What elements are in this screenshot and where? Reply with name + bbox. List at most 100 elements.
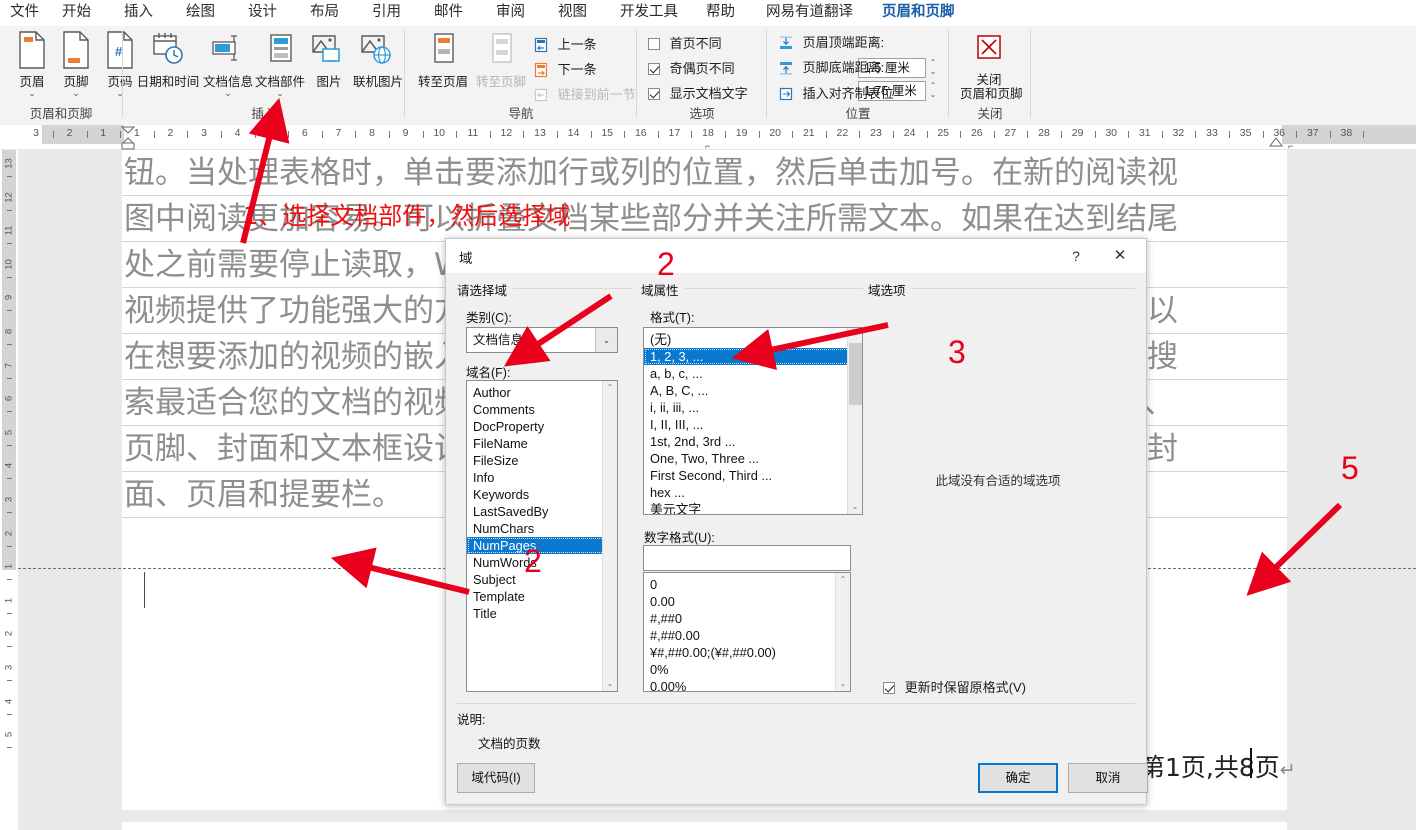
footer-distance-stepper[interactable]: ⌃ ⌄ [926,81,940,101]
different-first-page-checkbox[interactable]: 首页不同 [648,33,722,55]
scroll-down-icon[interactable]: ⌄ [603,677,617,691]
dialog-title-bar[interactable]: 域 ? ✕ [446,239,1146,273]
number-format-input[interactable] [643,545,851,571]
format-item[interactable]: hex ... [644,484,862,501]
quick-parts-button[interactable]: 文档部件 ⌄ [253,30,307,98]
tab-insert[interactable]: 插入 [124,2,153,24]
number-format-list[interactable]: 0 0.00 #,##0 #,##0.00 ¥#,##0.00;(¥#,##0.00) 0… [644,573,850,691]
format-item[interactable]: i, ii, iii, ... [644,399,862,416]
format-item[interactable]: (无) [644,331,862,348]
ribbon-tab-bar: 文件 开始 插入 绘图 设计 布局 引用 邮件 审阅 视图 开发工具 帮助 网易… [0,0,1416,28]
chevron-down-icon[interactable]: ⌄ [595,328,617,352]
field-name-item[interactable]: Template [467,588,617,605]
previous-button[interactable]: 上一条 [533,34,597,56]
vruler-number: 7 [3,362,15,368]
tab-developer[interactable]: 开发工具 [620,2,678,24]
tab-review[interactable]: 审阅 [496,2,525,24]
number-format-item[interactable]: ¥#,##0.00;(¥#,##0.00) [644,644,850,661]
close-header-footer-button[interactable]: 关闭 页眉和页脚 [960,32,1023,101]
field-name-item[interactable]: Keywords [467,486,617,503]
number-format-listbox[interactable]: 0 0.00 #,##0 #,##0.00 ¥#,##0.00;(¥#,##0.00) 0… [643,572,851,692]
field-name-item[interactable]: NumChars [467,520,617,537]
number-format-item[interactable]: 0.00% [644,678,850,691]
scroll-thumb[interactable] [849,343,862,405]
scroll-up-icon[interactable]: ⌃ [848,328,862,342]
vertical-ruler[interactable]: 13 12 11 10 9 8 7 6 5 4 3 2 1 1 2 3 4 5 [0,150,18,830]
format-item[interactable]: a, b, c, ... [644,365,862,382]
page-number-chevron-down-icon[interactable]: ⌄ [92,89,148,98]
ruler-tick [893,131,894,138]
category-dropdown[interactable]: 文档信息 ⌄ [466,327,618,353]
format-item[interactable]: One, Two, Three ... [644,450,862,467]
scroll-down-icon[interactable]: ⌄ [848,500,862,514]
number-format-item[interactable]: 0 [644,576,850,593]
field-name-item[interactable]: NumPages [467,537,617,554]
field-codes-button[interactable]: 域代码(I) [457,763,535,793]
field-name-item[interactable]: Subject [467,571,617,588]
number-format-scrollbar[interactable]: ⌃ ⌄ [835,573,850,691]
header-distance-icon [778,35,794,58]
help-icon[interactable]: ? [1063,245,1089,267]
field-names-listbox[interactable]: Author Comments DocProperty FileName FileSiz… [466,380,618,692]
field-name-item[interactable]: Info [467,469,617,486]
field-name-item[interactable]: Title [467,605,617,622]
goto-header-button[interactable]: 转至页眉 [415,30,471,89]
horizontal-ruler[interactable]: 3 2 1 1 2 3 4 5 6 7 8 9 10 11 12 13 14 15 16 17 18 19 20 21 22 23… [0,125,1416,151]
tab-draw[interactable]: 绘图 [186,2,215,24]
field-names-list[interactable]: Author Comments DocProperty FileName FileSiz… [467,381,617,622]
format-item[interactable]: First Second, Third ... [644,467,862,484]
tab-references[interactable]: 引用 [372,2,401,24]
format-item[interactable]: I, II, III, ... [644,416,862,433]
right-indent-marker[interactable] [1268,135,1284,150]
scroll-down-icon[interactable]: ⌄ [836,677,850,691]
tab-header-footer[interactable]: 页眉和页脚 [882,2,955,28]
field-name-item[interactable]: FileName [467,435,617,452]
tab-design[interactable]: 设计 [248,2,277,24]
number-format-item[interactable]: 0.00 [644,593,850,610]
format-item[interactable]: 美元文字 [644,501,862,514]
show-document-text-checkbox[interactable]: 显示文档文字 [648,83,748,105]
ok-button[interactable]: 确定 [978,763,1058,793]
field-name-item[interactable]: Author [467,384,617,401]
format-item[interactable]: A, B, C, ... [644,382,862,399]
preserve-formatting-checkbox[interactable]: 更新时保留原格式(V) [883,679,1026,697]
field-name-item[interactable]: FileSize [467,452,617,469]
cancel-button[interactable]: 取消 [1068,763,1148,793]
format-listbox[interactable]: (无) 1, 2, 3, ... a, b, c, ... A, B, C, ... i… [643,327,863,515]
insert-alignment-tab-button[interactable]: 插入对齐制表位 [778,83,894,105]
next-button[interactable]: 下一条 [533,59,597,81]
scroll-up-icon[interactable]: ⌃ [836,573,850,587]
tab-youdao-translate[interactable]: 网易有道翻译 [766,2,853,24]
field-name-item[interactable]: Comments [467,401,617,418]
tab-mailings[interactable]: 邮件 [434,2,463,24]
ruler-tick [355,131,357,138]
scroll-up-icon[interactable]: ⌃ [603,381,617,395]
field-name-item[interactable]: LastSavedBy [467,503,617,520]
format-list[interactable]: (无) 1, 2, 3, ... a, b, c, ... A, B, C, ... i… [644,328,862,514]
field-name-item[interactable]: DocProperty [467,418,617,435]
document-info-button[interactable]: 文档信息 ⌄ [202,30,254,98]
online-pictures-button[interactable]: 联机图片 [351,30,405,89]
annotation-number-2a: 2 [657,246,675,282]
tab-file[interactable]: 文件 [10,2,39,24]
field-names-scrollbar[interactable]: ⌃ ⌄ [602,381,617,691]
header-distance-stepper[interactable]: ⌃ ⌄ [926,58,940,78]
format-item[interactable]: 1, 2, 3, ... [644,348,862,365]
field-name-item[interactable]: NumWords [467,554,617,571]
quick-parts-chevron-down-icon[interactable]: ⌄ [253,89,307,98]
field-dialog[interactable]: 域 ? ✕ 请选择域 类别(C): 文档信息 ⌄ 域名(F): Author Co… [445,238,1148,805]
number-format-item[interactable]: 0% [644,661,850,678]
document-info-chevron-down-icon[interactable]: ⌄ [202,89,254,98]
different-odd-even-checkbox[interactable]: 奇偶页不同 [648,58,735,80]
footer-page-number-text[interactable]: 第1页,共8页↵ [1140,748,1296,784]
tab-view[interactable]: 视图 [558,2,587,24]
number-format-item[interactable]: #,##0.00 [644,627,850,644]
date-time-button[interactable]: 日期和时间 [136,30,200,89]
tab-layout[interactable]: 布局 [310,2,339,24]
pictures-button[interactable]: 图片 [308,30,350,89]
format-item[interactable]: 1st, 2nd, 3rd ... [644,433,862,450]
number-format-item[interactable]: #,##0 [644,610,850,627]
close-icon[interactable]: ✕ [1102,245,1138,267]
tab-help[interactable]: 帮助 [706,2,735,24]
tab-home[interactable]: 开始 [62,2,91,24]
